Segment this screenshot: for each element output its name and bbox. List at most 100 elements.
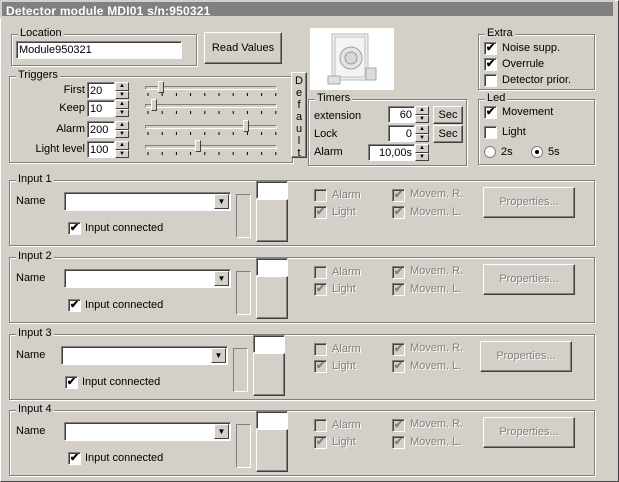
trigger-value-input[interactable] — [87, 141, 115, 158]
combo-arrow-icon[interactable]: ▼ — [214, 424, 229, 439]
input-movem-r-checkbox[interactable]: ✔ — [392, 189, 405, 202]
timer-alarm-label: Alarm — [314, 146, 343, 158]
up-arrow-icon[interactable]: ▲ — [115, 141, 129, 150]
trigger-slider-ticks — [147, 152, 277, 155]
input-movem-l-checkbox[interactable]: ✔ — [392, 283, 405, 296]
trigger-slider-track[interactable] — [145, 125, 277, 129]
input-name-combo[interactable]: ▼ — [61, 346, 228, 365]
input-name-label: Name — [16, 349, 46, 361]
led-2s-radio[interactable] — [484, 146, 496, 158]
down-arrow-icon[interactable]: ▼ — [115, 90, 129, 99]
input-connected-label: Input connected — [85, 299, 164, 311]
trigger-spinner[interactable]: ▲ ▼ — [115, 141, 129, 158]
extension-input[interactable] — [388, 106, 415, 123]
check-icon: ✔ — [315, 283, 326, 295]
trigger-slider-track[interactable] — [145, 145, 277, 149]
input-movem-r-checkbox[interactable]: ✔ — [392, 266, 405, 279]
input-indicator — [256, 199, 288, 242]
trigger-slider-thumb[interactable] — [243, 120, 249, 132]
down-arrow-icon[interactable]: ▼ — [415, 152, 429, 161]
input-connected-checkbox[interactable]: ✔ — [68, 452, 81, 465]
timer-alarm-spinner[interactable]: ▲ ▼ — [415, 144, 429, 161]
input-movem-l-checkbox[interactable]: ✔ — [392, 360, 405, 373]
extension-spinner[interactable]: ▲ ▼ — [415, 106, 429, 123]
input-movem-l-checkbox[interactable]: ✔ — [392, 436, 405, 449]
combo-arrow-icon[interactable]: ▼ — [214, 194, 229, 209]
input-properties-button[interactable]: Properties... — [483, 187, 575, 218]
input-name-combo[interactable]: ▼ — [64, 422, 231, 441]
trigger-slider-track[interactable] — [145, 86, 277, 90]
trigger-slider-thumb[interactable] — [158, 81, 164, 93]
location-input[interactable] — [16, 41, 182, 59]
input-name-combo[interactable]: ▼ — [64, 269, 231, 288]
input-properties-button[interactable]: Properties... — [483, 417, 575, 448]
input-light-checkbox[interactable]: ✔ — [314, 283, 327, 296]
input-connected-checkbox[interactable]: ✔ — [68, 299, 81, 312]
trigger-value-input[interactable] — [87, 121, 115, 138]
extra-checkbox[interactable]: ✔ — [484, 42, 497, 55]
input-alarm-label: Alarm — [332, 266, 361, 278]
input-level-bar — [236, 424, 251, 468]
down-arrow-icon[interactable]: ▼ — [115, 149, 129, 158]
default-button-letter: l — [297, 135, 301, 147]
lock-spinner[interactable]: ▲ ▼ — [415, 125, 429, 142]
input-light-checkbox[interactable]: ✔ — [314, 360, 327, 373]
input-light-checkbox[interactable]: ✔ — [314, 436, 327, 449]
combo-arrow-icon[interactable]: ▼ — [214, 271, 229, 286]
extra-checkbox[interactable] — [484, 74, 497, 87]
trigger-slider-thumb[interactable] — [195, 140, 201, 152]
trigger-label: Light level — [35, 143, 85, 155]
down-arrow-icon[interactable]: ▼ — [115, 129, 129, 138]
up-arrow-icon[interactable]: ▲ — [415, 125, 429, 134]
trigger-spinner[interactable]: ▲ ▼ — [115, 100, 129, 117]
up-arrow-icon[interactable]: ▲ — [115, 82, 129, 91]
default-button-letter: e — [295, 87, 303, 99]
default-button-letter: t — [297, 147, 301, 159]
input-connected-checkbox[interactable]: ✔ — [68, 222, 81, 235]
input-light-checkbox[interactable]: ✔ — [314, 206, 327, 219]
input-name-label: Name — [16, 425, 46, 437]
input-connected-checkbox[interactable]: ✔ — [65, 376, 78, 389]
lock-sec-button[interactable]: Sec — [433, 125, 463, 143]
input-alarm-checkbox[interactable] — [314, 419, 327, 432]
input-alarm-checkbox[interactable] — [314, 266, 327, 279]
input-alarm-label: Alarm — [332, 419, 361, 431]
lock-input[interactable] — [388, 125, 415, 142]
led-light-checkbox[interactable] — [484, 126, 497, 139]
extra-label: Detector prior. — [502, 74, 572, 86]
trigger-value-input[interactable] — [87, 100, 115, 117]
trigger-spinner[interactable]: ▲ ▼ — [115, 121, 129, 138]
input-properties-button[interactable]: Properties... — [483, 264, 575, 295]
up-arrow-icon[interactable]: ▲ — [415, 106, 429, 115]
input-name-combo[interactable]: ▼ — [64, 192, 231, 211]
input-alarm-checkbox[interactable] — [314, 343, 327, 356]
default-button[interactable]: Default — [291, 72, 307, 159]
trigger-value-input[interactable] — [87, 82, 115, 99]
input-group-label: Input 3 — [16, 327, 54, 339]
down-arrow-icon[interactable]: ▼ — [415, 114, 429, 123]
input-alarm-checkbox[interactable] — [314, 189, 327, 202]
read-values-button[interactable]: Read Values — [204, 32, 282, 64]
extra-checkbox[interactable]: ✔ — [484, 58, 497, 71]
trigger-slider-track[interactable] — [145, 104, 277, 108]
input-movem-l-checkbox[interactable]: ✔ — [392, 206, 405, 219]
down-arrow-icon[interactable]: ▼ — [115, 108, 129, 117]
timer-alarm-input[interactable] — [368, 144, 415, 161]
extension-sec-button[interactable]: Sec — [433, 106, 463, 124]
up-arrow-icon[interactable]: ▲ — [115, 121, 129, 130]
led-5s-radio[interactable] — [531, 146, 543, 158]
trigger-slider-thumb[interactable] — [151, 99, 157, 111]
led-movement-checkbox[interactable]: ✔ — [484, 106, 497, 119]
down-arrow-icon[interactable]: ▼ — [415, 133, 429, 142]
default-button-letter: u — [295, 123, 303, 135]
up-arrow-icon[interactable]: ▲ — [415, 144, 429, 153]
input-properties-button[interactable]: Properties... — [480, 341, 572, 372]
timers-group-label: Timers — [315, 92, 353, 104]
check-icon: ✔ — [485, 42, 496, 54]
input-movem-r-checkbox[interactable]: ✔ — [392, 419, 405, 432]
up-arrow-icon[interactable]: ▲ — [115, 100, 129, 109]
trigger-spinner[interactable]: ▲ ▼ — [115, 82, 129, 99]
combo-arrow-icon[interactable]: ▼ — [211, 348, 226, 363]
input-movem-r-checkbox[interactable]: ✔ — [392, 343, 405, 356]
led-5s-label: 5s — [548, 146, 560, 158]
